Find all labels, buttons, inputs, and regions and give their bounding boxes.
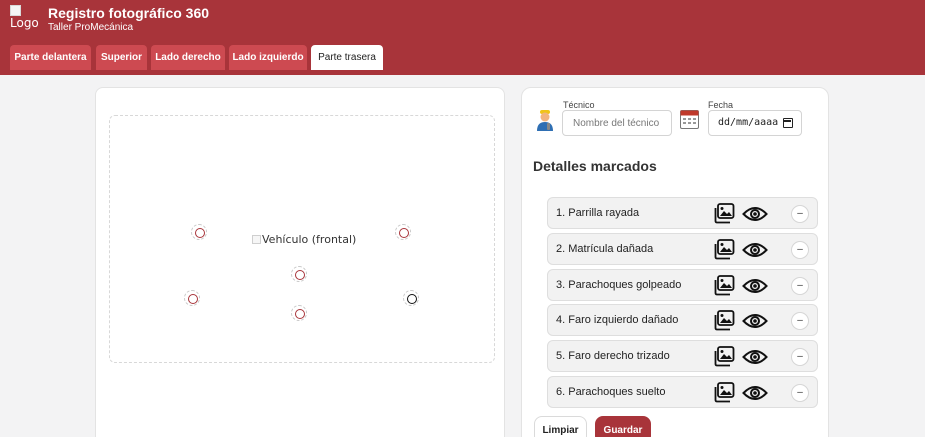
damage-marker-selected[interactable] xyxy=(403,290,419,306)
remove-button[interactable]: – xyxy=(791,276,809,295)
app-header: Logo Registro fotográfico 360 Taller Pro… xyxy=(0,0,925,75)
app-subtitle: Taller ProMecánica xyxy=(48,22,134,33)
mechanic-icon xyxy=(537,110,553,131)
detail-label: 1. Parrilla rayada xyxy=(556,207,640,219)
tab-parte-delantera[interactable]: Parte delantera xyxy=(10,45,91,70)
tab-parte-trasera[interactable]: Parte trasera xyxy=(311,45,383,70)
tab-lado-izquierdo[interactable]: Lado izquierdo xyxy=(229,45,307,70)
tab-lado-derecho[interactable]: Lado derecho xyxy=(151,45,225,70)
detail-label: 4. Faro izquierdo dañado xyxy=(556,314,679,327)
detail-label: 2. Matrícula dañada xyxy=(556,242,654,255)
remove-button[interactable]: – xyxy=(791,384,809,402)
vehicle-canvas[interactable]: Vehículo (frontal) xyxy=(109,115,495,363)
vehicle-panel: Vehículo (frontal) xyxy=(95,87,505,437)
date-value: dd/mm/aaaa xyxy=(718,117,779,128)
damage-marker[interactable] xyxy=(291,305,307,321)
eye-icon[interactable] xyxy=(742,312,768,330)
detail-item[interactable]: 1. Parrilla rayada – xyxy=(547,197,818,229)
eye-icon[interactable] xyxy=(742,384,768,402)
broken-image-icon xyxy=(10,5,21,16)
remove-button[interactable]: – xyxy=(791,348,809,367)
images-icon[interactable] xyxy=(713,274,735,296)
app-title: Registro fotográfico 360 xyxy=(48,5,210,21)
tab-superior[interactable]: Superior xyxy=(96,45,147,70)
damage-marker[interactable] xyxy=(191,224,207,240)
eye-icon[interactable] xyxy=(742,348,768,366)
detail-label: 3. Parachoques golpeado xyxy=(556,278,682,291)
images-icon[interactable] xyxy=(713,203,735,224)
eye-icon[interactable] xyxy=(742,205,768,223)
detail-label: 5. Faro derecho trizado xyxy=(556,350,670,363)
calendar-icon xyxy=(680,110,699,129)
images-icon[interactable] xyxy=(713,382,735,403)
details-title: Detalles marcados xyxy=(533,158,657,174)
eye-icon[interactable] xyxy=(742,241,768,259)
remove-button[interactable]: – xyxy=(791,240,809,259)
damage-marker[interactable] xyxy=(395,224,411,240)
date-input[interactable]: dd/mm/aaaa xyxy=(708,110,802,136)
detail-item[interactable]: 5. Faro derecho trizado – xyxy=(547,340,818,373)
vehicle-alt-text: Vehículo (frontal) xyxy=(262,233,357,246)
clear-button[interactable]: Limpiar xyxy=(534,416,587,437)
eye-icon[interactable] xyxy=(742,277,768,295)
damage-marker[interactable] xyxy=(291,266,307,282)
detail-item[interactable]: 2. Matrícula dañada – xyxy=(547,232,818,265)
broken-image-icon xyxy=(252,235,261,244)
vehicle-image: Vehículo (frontal) xyxy=(252,233,356,246)
details-panel: Técnico Fecha dd/mm/aaaa Detalles marcad… xyxy=(521,87,829,437)
images-icon[interactable] xyxy=(713,238,735,260)
technician-label: Técnico xyxy=(563,100,595,110)
logo: Logo xyxy=(10,5,40,29)
detail-item[interactable]: 4. Faro izquierdo dañado – xyxy=(547,304,818,337)
detail-label: 6. Parachoques suelto xyxy=(556,386,666,398)
date-label: Fecha xyxy=(708,100,734,110)
save-button[interactable]: Guardar xyxy=(595,416,651,437)
images-icon[interactable] xyxy=(713,346,735,367)
detail-item[interactable]: 6. Parachoques suelto – xyxy=(547,376,818,408)
images-icon[interactable] xyxy=(713,310,735,331)
remove-button[interactable]: – xyxy=(791,205,809,223)
logo-alt-text: Logo xyxy=(10,16,39,30)
damage-marker[interactable] xyxy=(184,290,200,306)
remove-button[interactable]: – xyxy=(791,312,809,331)
detail-item[interactable]: 3. Parachoques golpeado – xyxy=(547,268,818,301)
calendar-picker-icon[interactable] xyxy=(783,118,793,128)
technician-input[interactable] xyxy=(562,110,672,136)
